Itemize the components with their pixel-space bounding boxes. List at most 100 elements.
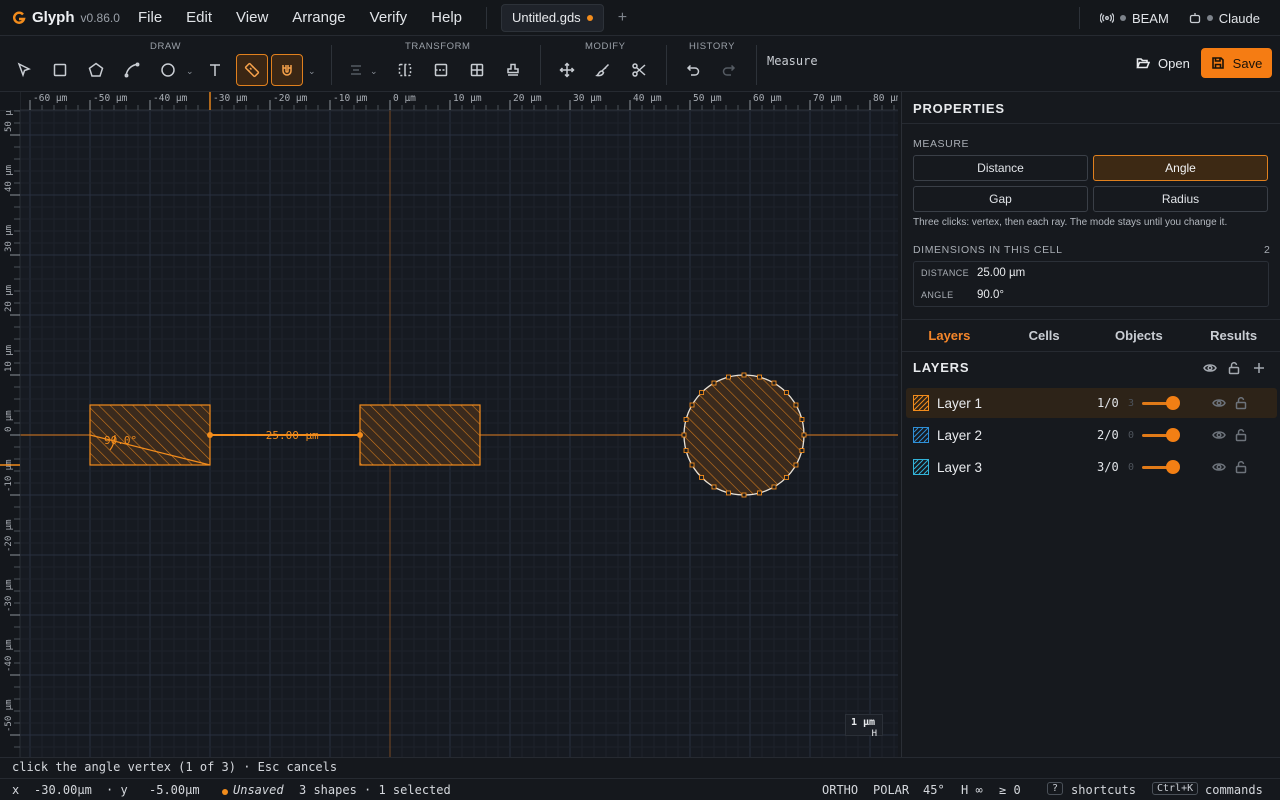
undo-button[interactable] <box>677 54 709 86</box>
ruler-x-label: -20 µm <box>273 93 308 104</box>
polar-toggle[interactable]: POLAR <box>873 783 909 797</box>
tab-cells[interactable]: Cells <box>997 320 1092 351</box>
layer-lock-button[interactable] <box>1234 396 1248 410</box>
dimension-row[interactable]: ANGLE 90.0° <box>921 289 1004 301</box>
layer-visibility-button[interactable] <box>1212 428 1226 442</box>
stamp-button[interactable] <box>497 54 529 86</box>
select-tool-button[interactable] <box>8 54 40 86</box>
layer-lock-button[interactable] <box>1234 460 1248 474</box>
chevron-down-icon[interactable]: ⌄ <box>186 66 194 77</box>
layer-swatch-icon <box>913 427 929 443</box>
cut-button[interactable] <box>623 54 655 86</box>
toolbar-divider <box>666 45 667 85</box>
chevron-down-icon[interactable]: ⌄ <box>370 66 378 77</box>
vertex-handle <box>683 448 689 453</box>
rectangle-tool-button[interactable] <box>44 54 76 86</box>
grid-icon <box>470 63 484 77</box>
dimension-row[interactable]: DISTANCE 25.00 µm <box>921 267 1025 279</box>
commands-key[interactable]: Ctrl+K <box>1152 782 1199 795</box>
align-button[interactable] <box>340 54 372 86</box>
tab-objects[interactable]: Objects <box>1092 320 1187 351</box>
dimension-value: 90.0° <box>977 289 1004 301</box>
commands-label[interactable]: commands <box>1205 783 1263 797</box>
redo-button[interactable] <box>713 54 745 86</box>
shortcuts-label[interactable]: shortcuts <box>1071 783 1136 797</box>
document-tabs: Untitled.gds + <box>501 3 627 32</box>
layer-row[interactable]: Layer 2 2/0 0 <box>906 420 1277 450</box>
document-tab[interactable]: Untitled.gds <box>501 3 604 32</box>
toggle-all-lock-button[interactable] <box>1227 361 1241 375</box>
new-tab-button[interactable]: + <box>618 9 627 27</box>
vertex-handle <box>783 390 789 396</box>
toolbar: DRAW TRANSFORM MODIFY HISTORY ⌄ ⌄ ⌄ Meas… <box>0 37 1280 92</box>
layer-row[interactable]: Layer 1 1/0 3 <box>906 388 1277 418</box>
boolean-button[interactable] <box>389 54 421 86</box>
snap-magnet-button[interactable] <box>271 54 303 86</box>
layer-opacity-handle[interactable] <box>1166 396 1180 410</box>
move-button[interactable] <box>551 54 583 86</box>
layer-visibility-button[interactable] <box>1212 396 1226 410</box>
circle-tool-button[interactable] <box>152 54 184 86</box>
scale-sub: H <box>871 729 877 739</box>
menu-verify[interactable]: Verify <box>370 9 408 26</box>
ruler-x-label: 80 µm <box>873 93 898 104</box>
toolbar-divider <box>756 45 757 85</box>
ruler-y-label: -30 µm <box>4 579 14 612</box>
slice-button[interactable] <box>425 54 457 86</box>
canvas-drawing[interactable]: 25.00 µm 90.0° -60 µm -50 µm -40 µm -30 µm -20… <box>0 92 898 757</box>
claude-status[interactable]: Claude <box>1189 11 1260 26</box>
menus: File Edit View Arrange Verify Help <box>130 9 486 26</box>
layer-row[interactable]: Layer 3 3/0 0 <box>906 452 1277 482</box>
layer-opacity-handle[interactable] <box>1166 460 1180 474</box>
add-layer-button[interactable] <box>1252 361 1266 375</box>
vertex-handle <box>689 462 695 468</box>
text-tool-button[interactable] <box>199 54 231 86</box>
beam-status[interactable]: BEAM <box>1099 11 1169 26</box>
open-button[interactable]: Open <box>1126 48 1200 78</box>
paint-button[interactable] <box>587 54 619 86</box>
polygon-tool-button[interactable] <box>80 54 112 86</box>
array-button[interactable] <box>461 54 493 86</box>
layer-shape-count: 0 <box>1128 461 1135 473</box>
layer-opacity-handle[interactable] <box>1166 428 1180 442</box>
scale-label: 1 µm <box>851 717 876 728</box>
ortho-toggle[interactable]: ORTHO <box>822 783 858 797</box>
robot-icon <box>1189 13 1200 24</box>
polar-angle[interactable]: 45° <box>923 783 945 797</box>
ruler-x-label: 10 µm <box>453 93 482 104</box>
layout-canvas[interactable]: 25.00 µm 90.0° -60 µm -50 µm -40 µm -30 µm -20… <box>0 92 898 757</box>
toolbar-divider <box>331 45 332 85</box>
vertex-handle <box>793 402 799 408</box>
tab-layers[interactable]: Layers <box>902 320 997 351</box>
path-tool-button[interactable] <box>116 54 148 86</box>
brand: Glyph v0.86.0 <box>0 9 130 26</box>
menu-arrange[interactable]: Arrange <box>292 9 345 26</box>
move-arrows-icon <box>559 62 575 78</box>
menu-file[interactable]: File <box>138 9 162 26</box>
measure-tool-button[interactable] <box>236 54 268 86</box>
ruler-y-label: 20 µm <box>4 285 14 312</box>
mode-gap-button[interactable]: Gap <box>913 186 1088 212</box>
ge-readout: ≥ 0 <box>999 783 1021 797</box>
shortcuts-key[interactable]: ? <box>1047 782 1064 795</box>
chevron-down-icon[interactable]: ⌄ <box>308 66 316 77</box>
paint-brush-icon <box>595 63 610 77</box>
ruler-y-label: -20 µm <box>4 519 14 552</box>
cursor-x-value: -30.00µm <box>34 783 92 797</box>
layer-swatch-icon <box>913 395 929 411</box>
layer-shape-count: 0 <box>1128 429 1135 441</box>
save-state: Unsaved <box>233 783 284 797</box>
mode-radius-button[interactable]: Radius <box>1093 186 1268 212</box>
tab-results[interactable]: Results <box>1186 320 1280 351</box>
menu-edit[interactable]: Edit <box>186 9 212 26</box>
measure-hint: Three clicks: vertex, then each ray. The… <box>913 217 1228 228</box>
save-button[interactable]: Save <box>1201 48 1272 78</box>
mode-angle-button[interactable]: Angle <box>1093 155 1268 181</box>
scissors-icon <box>632 63 646 77</box>
toggle-all-visibility-button[interactable] <box>1203 361 1217 375</box>
layer-lock-button[interactable] <box>1234 428 1248 442</box>
menu-view[interactable]: View <box>236 9 268 26</box>
layer-visibility-button[interactable] <box>1212 460 1226 474</box>
mode-distance-button[interactable]: Distance <box>913 155 1088 181</box>
menu-help[interactable]: Help <box>431 9 462 26</box>
